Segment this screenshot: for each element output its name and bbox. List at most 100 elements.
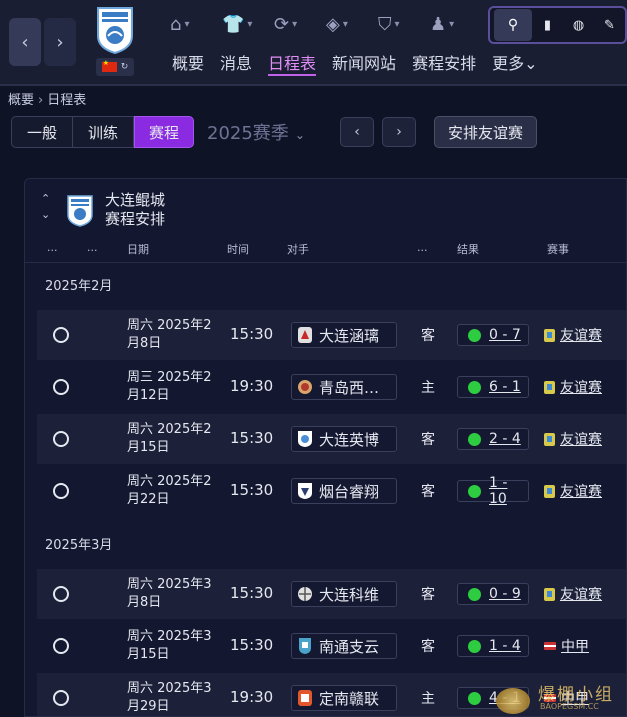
competition-name: 友谊赛	[560, 432, 602, 448]
table-row[interactable]: 周六 2025年3月8日 15:30 大连科维 客 0 - 9 友谊赛	[37, 569, 626, 619]
competition-name: 友谊赛	[560, 380, 602, 396]
select-radio[interactable]	[53, 690, 69, 706]
select-radio[interactable]	[53, 431, 69, 447]
collapse-toggle[interactable]: ⌃ ⌄	[41, 191, 50, 223]
select-radio[interactable]	[53, 638, 69, 654]
col-date[interactable]: 日期	[127, 241, 149, 257]
table-row[interactable]: 周六 2025年2月15日 15:30 大连英博 客 2 - 4 友谊赛	[37, 414, 626, 464]
score: 0 - 7	[489, 327, 521, 343]
competition-link[interactable]: 友谊赛	[544, 429, 602, 449]
home-menu[interactable]: ⌂ ▾	[170, 10, 222, 38]
club-name[interactable]: 大连鲲城	[105, 191, 165, 210]
season-selector[interactable]: 2025赛季 ⌄	[207, 119, 305, 145]
opponent-crest-icon	[298, 431, 312, 447]
opponent-crest-icon	[298, 587, 312, 601]
result-chip[interactable]: 0 - 7	[457, 324, 529, 346]
col-competition[interactable]: 赛事	[547, 241, 569, 257]
match-time: 15:30	[230, 636, 274, 654]
competition-link[interactable]: 友谊赛	[544, 481, 602, 501]
friendly-icon	[544, 432, 555, 446]
competition-link[interactable]: 中甲	[544, 636, 589, 656]
col-option-2[interactable]: ...	[87, 241, 98, 254]
competition-link[interactable]: 友谊赛	[544, 584, 602, 604]
col-option-1[interactable]: ...	[47, 241, 58, 254]
select-radio[interactable]	[53, 483, 69, 499]
select-radio[interactable]	[53, 379, 69, 395]
competition-name: 友谊赛	[560, 484, 602, 500]
table-row[interactable]: 周六 2025年3月15日 15:30 南通支云 客 1 - 4 中甲	[37, 621, 626, 671]
col-result[interactable]: 结果	[457, 241, 479, 257]
segment-training[interactable]: 训练	[73, 116, 134, 148]
competition-name: 友谊赛	[560, 587, 602, 603]
table-row[interactable]: 周六 2025年2月22日 15:30 烟台睿翔 客 1 - 10 友谊赛	[37, 466, 626, 516]
chevron-right-icon: ›	[38, 93, 44, 108]
bookmark-button[interactable]: ▮	[532, 18, 563, 33]
opponent-chip[interactable]: 大连科维	[291, 581, 397, 607]
segment-fixtures[interactable]: 赛程	[134, 116, 194, 148]
arrange-friendly-button[interactable]: 安排友谊赛	[434, 116, 537, 148]
squad-menu[interactable]: 👕 ▾	[222, 10, 274, 38]
result-chip[interactable]: 2 - 4	[457, 428, 529, 450]
chevron-left-icon: ‹	[21, 31, 29, 53]
competition-link[interactable]: 友谊赛	[544, 377, 602, 397]
tool-box: ⚲ ▮ ◍ ✎	[488, 6, 627, 44]
col-time[interactable]: 时间	[227, 241, 249, 257]
month-heading: 2025年3月	[45, 538, 113, 553]
opponent-chip[interactable]: 青岛西…	[291, 374, 397, 400]
manager-menu[interactable]: ♟ ▾	[430, 10, 482, 38]
breadcrumb-root[interactable]: 概要	[8, 93, 34, 108]
venue: 客	[421, 639, 435, 655]
col-opponent[interactable]: 对手	[287, 241, 309, 257]
match-time: 15:30	[230, 584, 274, 602]
friendly-icon	[544, 380, 555, 394]
table-row[interactable]: 周三 2025年2月12日 19:30 青岛西… 主 6 - 1 友谊赛	[37, 362, 626, 412]
chevron-up-icon: ⌃	[41, 192, 51, 205]
chevron-down-icon: ▾	[449, 18, 455, 30]
tab-schedule[interactable]: 日程表	[268, 50, 317, 76]
col-venue[interactable]: ...	[417, 241, 428, 254]
win-dot-icon	[468, 328, 481, 342]
opponent-chip[interactable]: 大连英博	[291, 426, 397, 452]
prev-button[interactable]: ‹	[340, 117, 374, 147]
match-time: 15:30	[230, 429, 274, 447]
select-radio[interactable]	[53, 327, 69, 343]
china-flag-icon	[101, 59, 117, 72]
match-date: 周六 2025年2月15日	[127, 422, 212, 455]
result-chip[interactable]: 1 - 4	[457, 635, 529, 657]
opponent-chip[interactable]: 大连涵璃	[291, 322, 397, 348]
club-menu[interactable]: ⛉ ▾	[378, 10, 430, 38]
segment-general[interactable]: 一般	[11, 116, 73, 148]
nation-selector[interactable]: ↻	[96, 58, 134, 76]
competition-link[interactable]: 友谊赛	[544, 325, 602, 345]
opponent-chip[interactable]: 定南赣联	[291, 685, 397, 711]
globe-button[interactable]: ◍	[563, 18, 594, 33]
view-segment: 一般 训练 赛程	[11, 116, 194, 148]
match-time: 15:30	[230, 481, 274, 499]
opponent-name: 烟台睿翔	[319, 482, 380, 501]
search-button[interactable]: ⚲	[494, 9, 532, 41]
friendly-icon	[544, 587, 555, 601]
table-row[interactable]: 周六 2025年2月8日 15:30 大连涵璃 客 0 - 7 友谊赛	[37, 310, 626, 360]
forward-button[interactable]: ›	[44, 18, 76, 66]
tab-inbox[interactable]: 消息	[220, 50, 252, 76]
next-button[interactable]: ›	[382, 117, 416, 147]
match-date: 周六 2025年3月15日	[127, 629, 212, 662]
result-chip[interactable]: 1 - 10	[457, 475, 529, 507]
tactics-menu[interactable]: ◈ ▾	[326, 10, 378, 38]
transfer-menu[interactable]: ⟳ ▾	[274, 10, 326, 38]
tab-news[interactable]: 新闻网站	[332, 50, 396, 76]
back-button[interactable]: ‹	[9, 18, 41, 66]
opponent-name: 南通支云	[319, 637, 380, 656]
chevron-down-icon: ▾	[247, 18, 253, 30]
tab-more[interactable]: 更多⌄	[492, 50, 537, 76]
tab-overview[interactable]: 概要	[172, 50, 204, 76]
friendly-icon	[544, 484, 555, 498]
select-radio[interactable]	[53, 586, 69, 602]
opponent-chip[interactable]: 南通支云	[291, 633, 397, 659]
opponent-chip[interactable]: 烟台睿翔	[291, 478, 397, 504]
tab-fixtures[interactable]: 赛程安排	[412, 50, 476, 76]
result-chip[interactable]: 0 - 9	[457, 583, 529, 605]
club-crest-icon[interactable]	[96, 6, 134, 54]
edit-button[interactable]: ✎	[594, 18, 625, 33]
result-chip[interactable]: 6 - 1	[457, 376, 529, 398]
